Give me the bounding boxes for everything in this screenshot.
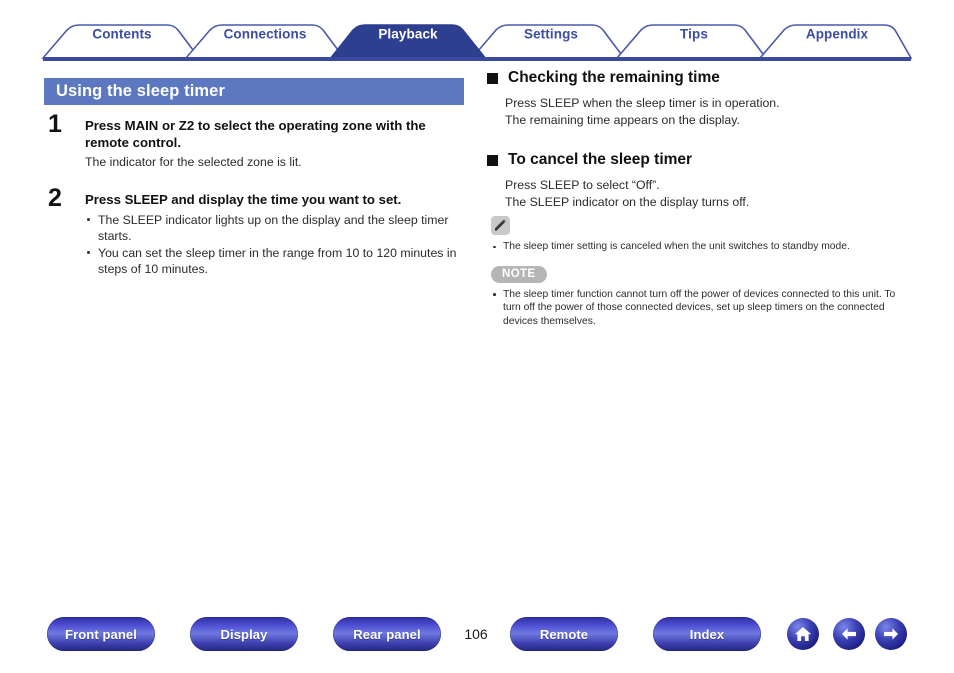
- arrow-left-icon[interactable]: [833, 618, 865, 650]
- left-column: 1 Press MAIN or Z2 to select the operati…: [42, 112, 472, 291]
- arrow-right-icon[interactable]: [875, 618, 907, 650]
- list-item: The sleep timer function cannot turn off…: [491, 288, 915, 329]
- step-1-subtext: The indicator for the selected zone is l…: [85, 155, 302, 169]
- arrow-right-glyph: [884, 628, 898, 640]
- pencil-icon: [491, 216, 510, 235]
- list-item: You can set the sleep timer in the range…: [85, 245, 472, 277]
- home-glyph: [794, 627, 812, 641]
- page-title: Using the sleep timer: [44, 78, 464, 105]
- paragraph: Press SLEEP when the sleep timer is in o…: [505, 96, 780, 110]
- tip-bullet-list: The sleep timer setting is canceled when…: [491, 240, 915, 254]
- tab-bar: Contents Connections Playback Settings T…: [0, 0, 954, 64]
- footer-nav: Front panel Display Rear panel 106 Remot…: [0, 617, 954, 661]
- tab-settings[interactable]: Settings: [524, 27, 578, 42]
- right-column: Checking the remaining time Press SLEEP …: [487, 68, 915, 328]
- display-button[interactable]: Display: [190, 617, 298, 651]
- square-bullet-icon: [487, 72, 498, 84]
- page-number: 106: [464, 626, 488, 642]
- tab-tips[interactable]: Tips: [680, 27, 708, 42]
- section-heading-text: To cancel the sleep timer: [508, 151, 693, 168]
- tab-connections[interactable]: Connections: [224, 27, 307, 42]
- step-2-number: 2: [48, 184, 62, 212]
- step-2-bullet-list: The SLEEP indicator lights up on the dis…: [85, 212, 472, 278]
- index-button[interactable]: Index: [653, 617, 761, 651]
- note-bullet-list: The sleep timer function cannot turn off…: [491, 288, 915, 329]
- section-heading-checking-remaining-time: Checking the remaining time: [487, 68, 915, 88]
- rear-panel-button[interactable]: Rear panel: [333, 617, 441, 651]
- section-body-cancel-sleep-timer: Press SLEEP to select “Off”. The SLEEP i…: [505, 177, 915, 210]
- remote-button[interactable]: Remote: [510, 617, 618, 651]
- pencil-glyph: [495, 219, 506, 231]
- step-2-heading: Press SLEEP and display the time you wan…: [85, 192, 402, 207]
- paragraph: The remaining time appears on the displa…: [505, 112, 740, 127]
- list-item: The SLEEP indicator lights up on the dis…: [85, 212, 472, 244]
- tab-playback[interactable]: Playback: [378, 27, 437, 42]
- section-heading-text: Checking the remaining time: [508, 69, 720, 86]
- step-2: 2 Press SLEEP and display the time you w…: [42, 186, 472, 278]
- section-heading-cancel-sleep-timer: To cancel the sleep timer: [487, 150, 915, 170]
- front-panel-button[interactable]: Front panel: [47, 617, 155, 651]
- note-badge: NOTE: [491, 265, 547, 283]
- tab-contents[interactable]: Contents: [92, 27, 151, 42]
- arrow-left-glyph: [842, 628, 856, 640]
- tab-baseline: [43, 57, 911, 61]
- section-body-checking-remaining-time: Press SLEEP when the sleep timer is in o…: [505, 95, 915, 128]
- tab-appendix[interactable]: Appendix: [806, 27, 868, 42]
- list-item: The sleep timer setting is canceled when…: [491, 240, 915, 254]
- paragraph: The SLEEP indicator on the display turns…: [505, 194, 750, 209]
- step-1-heading: Press MAIN or Z2 to select the operating…: [85, 118, 426, 150]
- step-1: 1 Press MAIN or Z2 to select the operati…: [42, 112, 472, 170]
- square-bullet-icon: [487, 154, 498, 166]
- paragraph: Press SLEEP to select “Off”.: [505, 178, 660, 192]
- step-1-number: 1: [48, 110, 62, 138]
- home-icon[interactable]: [787, 618, 819, 650]
